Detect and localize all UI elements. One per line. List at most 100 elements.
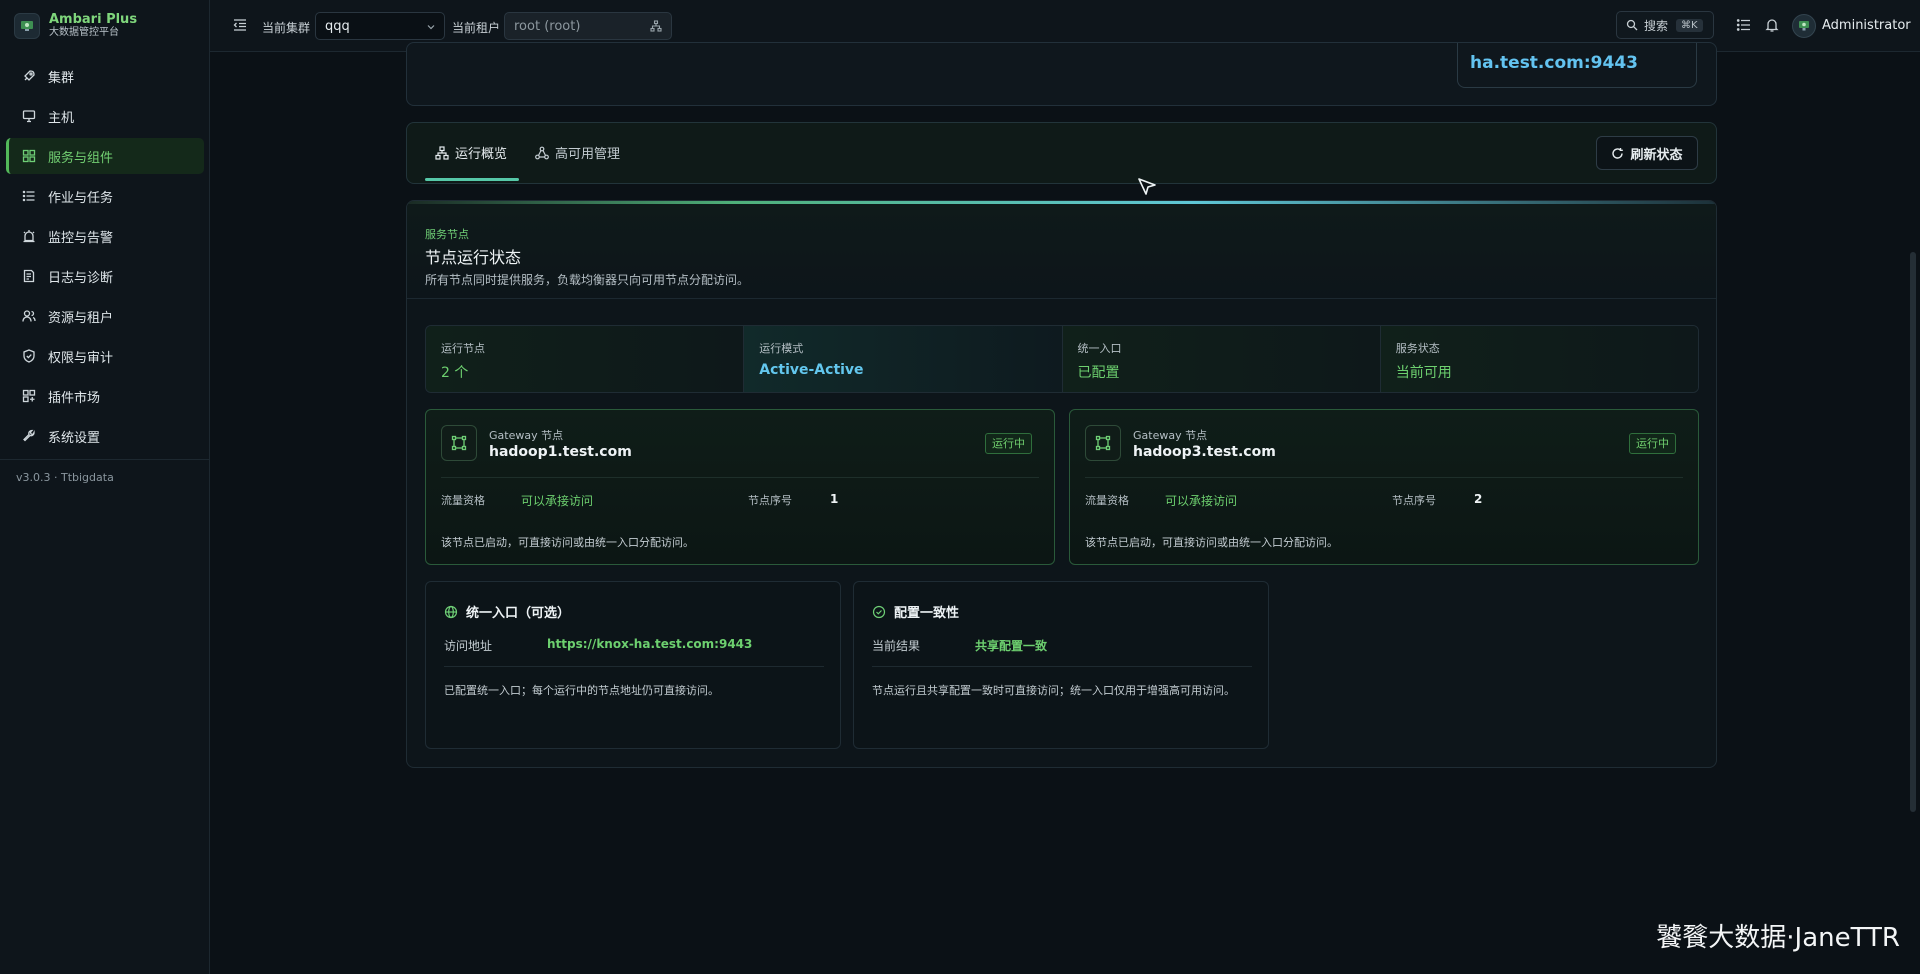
sidebar-nav: 集群 主机 服务与组件 作业与任务 监控与告警 日志与诊断 资源与租户 权限与审… [0, 58, 210, 458]
stat-run-mode: 运行模式 Active-Active [744, 326, 1063, 392]
sidebar-item-label: 监控与告警 [48, 230, 114, 246]
log-icon [20, 267, 38, 285]
ha-address: ha.test.com:9443 [1470, 53, 1638, 73]
sidebar-item-label: 集群 [48, 70, 75, 86]
tenant-field-placeholder: root (root) [514, 19, 581, 34]
node-divider [1085, 477, 1683, 478]
plugin-icon [20, 387, 38, 405]
cluster-label: 当前集群 [262, 21, 311, 35]
monitor-icon [20, 107, 38, 125]
section-header: 服务节点 节点运行状态 所有节点同时提供服务，负载均衡器只向可用节点分配访问。 [407, 204, 1716, 299]
entry-divider [444, 666, 824, 667]
list-icon [20, 187, 38, 205]
stat-value: Active-Active [759, 362, 864, 378]
search-label: 搜索 [1644, 18, 1669, 33]
sidebar-toggle-icon[interactable] [232, 17, 250, 35]
shield-icon [20, 347, 38, 365]
sidebar-item-label: 日志与诊断 [48, 270, 114, 286]
globe-icon [444, 605, 458, 619]
sidebar-item-cluster[interactable]: 集群 [6, 58, 204, 94]
search-button[interactable]: 搜索 ⌘K [1616, 11, 1714, 39]
traffic-label: 流量资格 [441, 494, 485, 507]
section-description: 所有节点同时提供服务，负载均衡器只向可用节点分配访问。 [425, 273, 750, 287]
chevron-down-icon [426, 21, 436, 36]
consistency-divider [872, 666, 1252, 667]
config-consistency-card: 配置一致性 当前结果 共享配置一致 节点运行且共享配置一致时可直接访问；统一入口… [853, 581, 1269, 749]
brand[interactable]: Ambari Plus 大数据管控平台 [14, 12, 137, 40]
seq-label: 节点序号 [748, 494, 792, 507]
brand-name: Ambari Plus [49, 12, 138, 27]
sidebar-item-services[interactable]: 服务与组件 [6, 138, 204, 174]
node-card-hadoop3[interactable]: Gateway 节点 hadoop3.test.com 运行中 流量资格 可以承… [1069, 409, 1699, 565]
ha-address-box: ha.test.com:9443 [1457, 43, 1697, 88]
users-icon [20, 307, 38, 325]
traffic-value: 可以承接访问 [521, 494, 594, 508]
sidebar-item-host[interactable]: 主机 [6, 98, 204, 134]
stat-unified-entry: 统一入口 已配置 [1062, 326, 1381, 392]
sidebar-item-jobs[interactable]: 作业与任务 [6, 178, 204, 214]
sidebar-item-resources[interactable]: 资源与租户 [6, 298, 204, 334]
sidebar-item-label: 资源与租户 [48, 310, 114, 326]
tenant-label: 当前租户 [452, 21, 501, 35]
tab-active-indicator [425, 178, 519, 181]
scrollbar[interactable] [1910, 252, 1916, 812]
alarm-icon [20, 227, 38, 245]
traffic-value: 可以承接访问 [1165, 494, 1238, 508]
sidebar-item-settings[interactable]: 系统设置 [6, 418, 204, 454]
bell-icon[interactable] [1764, 17, 1782, 35]
cluster-select[interactable]: qqq [315, 12, 445, 40]
node-host: hadoop3.test.com [1133, 444, 1276, 460]
tenant-field[interactable]: root (root) [504, 12, 672, 40]
sidebar-item-label: 插件市场 [48, 390, 101, 406]
brand-logo-icon [14, 13, 40, 39]
cluster-icon [535, 146, 549, 160]
user-name[interactable]: Administrator [1822, 18, 1911, 33]
mouse-cursor-icon [1136, 176, 1158, 198]
entry-note: 已配置统一入口；每个运行中的节点地址仍可直接访问。 [444, 684, 719, 697]
main-content: ha.test.com:9443 运行概览 高可用管理 刷新状态 服务节点 节点… [210, 42, 1920, 974]
node-divider [441, 477, 1039, 478]
gateway-node-icon [1085, 425, 1121, 461]
sidebar: Ambari Plus 大数据管控平台 集群 主机 服务与组件 作业与任务 监控… [0, 0, 210, 974]
traffic-label: 流量资格 [1085, 494, 1129, 507]
sidebar-item-plugins[interactable]: 插件市场 [6, 378, 204, 414]
watermark: 饕餮大数据·JaneTTR [1656, 923, 1900, 953]
seq-label: 节点序号 [1392, 494, 1436, 507]
section-title: 节点运行状态 [425, 248, 522, 267]
sidebar-item-label: 系统设置 [48, 430, 101, 446]
sidebar-item-monitoring[interactable]: 监控与告警 [6, 218, 204, 254]
refresh-status-button[interactable]: 刷新状态 [1596, 136, 1698, 170]
sidebar-item-label: 作业与任务 [48, 190, 114, 206]
status-badge: 运行中 [1629, 433, 1676, 454]
stat-label: 运行节点 [441, 342, 485, 355]
gateway-node-icon [441, 425, 477, 461]
node-note: 该节点已启动，可直接访问或由统一入口分配访问。 [441, 536, 694, 549]
tab-overview[interactable]: 运行概览 [435, 143, 507, 162]
section-eyebrow: 服务节点 [425, 228, 469, 241]
consistency-label: 当前结果 [872, 639, 921, 653]
entry-url-link[interactable]: https://knox-ha.test.com:9443 [547, 637, 752, 651]
tab-ha-management[interactable]: 高可用管理 [535, 143, 620, 162]
sidebar-item-permissions[interactable]: 权限与审计 [6, 338, 204, 374]
stat-label: 统一入口 [1077, 342, 1122, 355]
check-circle-icon [872, 605, 886, 619]
consistency-note: 节点运行且共享配置一致时可直接访问；统一入口仅用于增强高可用访问。 [872, 684, 1235, 697]
sidebar-item-label: 权限与审计 [48, 350, 114, 366]
task-list-icon[interactable] [1736, 17, 1754, 35]
sidebar-item-label: 服务与组件 [48, 150, 114, 166]
sidebar-item-logs[interactable]: 日志与诊断 [6, 258, 204, 294]
seq-value: 1 [830, 492, 839, 506]
cluster-select-value: qqq [325, 19, 350, 34]
node-card-hadoop1[interactable]: Gateway 节点 hadoop1.test.com 运行中 流量资格 可以承… [425, 409, 1055, 565]
version-text: v3.0.3 · Ttbigdata [16, 471, 114, 484]
tab-label: 高可用管理 [555, 147, 621, 162]
stat-running-nodes: 运行节点 2 个 [426, 326, 745, 392]
avatar[interactable] [1792, 14, 1816, 38]
stat-value: 当前可用 [1395, 365, 1452, 381]
entry-label: 访问地址 [444, 639, 493, 653]
unified-entry-card: 统一入口（可选） 访问地址 https://knox-ha.test.com:9… [425, 581, 841, 749]
tabs-bar: 运行概览 高可用管理 刷新状态 [406, 122, 1717, 184]
stat-value: 2 个 [441, 365, 469, 381]
sidebar-divider [0, 459, 210, 460]
brand-subtitle: 大数据管控平台 [49, 27, 119, 38]
